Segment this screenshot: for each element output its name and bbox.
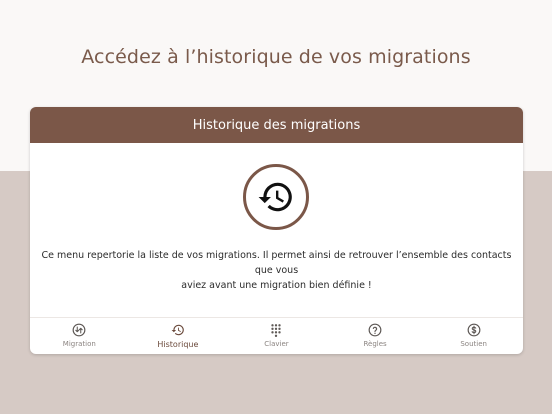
history-icon: [171, 324, 184, 336]
dollar-icon: [467, 323, 481, 337]
tab-historique[interactable]: Historique: [129, 318, 228, 354]
help-icon: [368, 323, 382, 337]
card-description: Ce menu repertorie la liste de vos migra…: [30, 248, 523, 293]
description-line-1: Ce menu repertorie la liste de vos migra…: [41, 250, 512, 276]
tab-label: Clavier: [264, 340, 289, 348]
card-header: Historique des migrations: [30, 107, 523, 143]
tab-label: Règles: [363, 340, 387, 348]
page-headline: Accédez à l’historique de vos migrations: [81, 46, 471, 68]
tab-label: Historique: [157, 340, 199, 349]
bottom-tab-bar: Migration Historique Clavier Règles Sout…: [30, 317, 523, 354]
card-title: Historique des migrations: [192, 117, 361, 133]
tab-regles[interactable]: Règles: [326, 318, 425, 354]
migration-icon: [72, 323, 86, 337]
keypad-icon: [271, 324, 282, 337]
description-line-2: aviez avant une migration bien définie !: [181, 280, 372, 291]
tab-label: Soutien: [460, 340, 487, 348]
history-icon: [243, 164, 309, 230]
tab-label: Migration: [62, 340, 96, 348]
tab-migration[interactable]: Migration: [30, 318, 129, 354]
tab-soutien[interactable]: Soutien: [424, 318, 523, 354]
feature-card: Historique des migrations Ce menu repert…: [30, 107, 523, 354]
tab-clavier[interactable]: Clavier: [227, 318, 326, 354]
